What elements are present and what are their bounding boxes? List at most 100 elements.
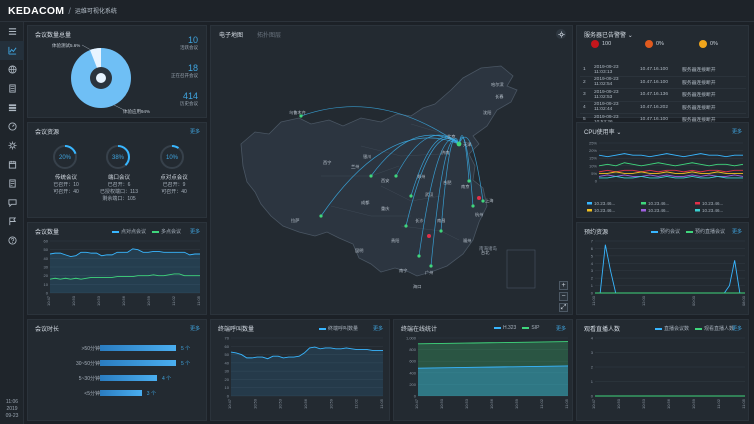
- sidebar-item-message[interactable]: [0, 193, 24, 212]
- hub-dot[interactable]: [456, 141, 462, 147]
- more-link[interactable]: 更多: [190, 325, 200, 332]
- legend-swatch[interactable]: [695, 209, 700, 212]
- site-dot[interactable]: [404, 224, 408, 228]
- cpu-series[interactable]: [598, 174, 744, 177]
- y-tick-label: 10%: [589, 163, 597, 168]
- alarm-row[interactable]: 3 2019-09-23 11:02:53 10.47.16.136 服务器连接断开: [580, 89, 746, 102]
- sidebar-item-server[interactable]: [0, 79, 24, 98]
- alarm-row[interactable]: 1 2019-09-23 11:03:13 10.47.16.100 服务器连接断开: [580, 64, 746, 77]
- ring-info-p2p: 点对点会议 已召开：9 可召开：40: [160, 175, 188, 195]
- panel-terminal-calls: 终端呼叫数量 终端呼叫数量 更多 70 60 50 40 30 20 10 0 10:47 10:…: [210, 319, 390, 421]
- panel-conf-overview: 会议数量总量 体验测试5.6% 体验应用94% 10 活跃会议 18 正在召开会议 …: [27, 25, 207, 118]
- duration-value: 3 个: [146, 391, 156, 397]
- legend-swatch[interactable]: [695, 202, 700, 205]
- y-tick-label: 30: [44, 265, 49, 270]
- alarm-row[interactable]: 2 2019-09-23 11:02:54 10.47.16.100 服务器连接断开: [580, 77, 746, 89]
- x-tick-label: 11:02: [171, 295, 176, 305]
- city-label: 福州: [463, 237, 471, 244]
- legend-swatch[interactable]: [641, 209, 646, 212]
- clock-time: 11:06: [5, 399, 19, 405]
- alarm-count[interactable]: 0%: [699, 40, 718, 48]
- x-tick-label: 10:50: [252, 398, 257, 409]
- chevron-down-icon[interactable]: ⌄: [628, 33, 633, 39]
- zoom-out-button[interactable]: −: [559, 292, 568, 301]
- sidebar-item-dashboard[interactable]: [0, 41, 24, 60]
- sidebar-item-monitor[interactable]: [0, 117, 24, 136]
- y-tick-label: 15%: [589, 156, 597, 161]
- sidebar-item-calendar[interactable]: [0, 155, 24, 174]
- alarm-count[interactable]: 100: [591, 40, 611, 48]
- x-tick-label: 10:50: [71, 295, 76, 306]
- help-icon: [7, 236, 17, 245]
- legend-swatch[interactable]: [587, 209, 592, 212]
- duration-bar[interactable]: [100, 360, 176, 366]
- cpu-series[interactable]: [599, 175, 743, 179]
- y-tick-label: 3: [591, 350, 594, 355]
- zoom-in-button[interactable]: +: [559, 281, 568, 290]
- x-tick-label: 00:00: [691, 295, 696, 306]
- site-dot[interactable]: [439, 229, 443, 233]
- alarm-cell: 10.47.16.202: [640, 104, 669, 110]
- city-label: 贵阳: [391, 237, 399, 244]
- stat-active: 10 活跃会议: [180, 35, 198, 50]
- city-label: 银川: [363, 153, 371, 160]
- site-dot[interactable]: [417, 254, 421, 258]
- alarm-site-dot[interactable]: [477, 196, 481, 200]
- alarm-count[interactable]: 0%: [645, 40, 664, 48]
- y-tick-label: 10: [44, 282, 49, 287]
- cpu-series[interactable]: [598, 153, 743, 158]
- panel-conf-resources: 会议资源 更多 20% 38% 10% 传统会议 已召开：10 可召开：40 端口会议已…: [27, 122, 207, 218]
- city-label: 重庆: [381, 205, 390, 212]
- sidebar-item-document[interactable]: [0, 174, 24, 193]
- fullscreen-button[interactable]: ⤢: [559, 303, 568, 312]
- duration-value: 5 个: [181, 361, 191, 367]
- china-outline[interactable]: [240, 65, 518, 277]
- ring-percent: 38%: [112, 155, 125, 161]
- stat-history: 414 历史会议: [180, 91, 198, 106]
- x-tick-label: 10:53: [641, 398, 646, 409]
- legend-swatch[interactable]: [587, 202, 592, 205]
- sidebar-item-globe[interactable]: [0, 60, 24, 79]
- y-tick-label: 20: [225, 377, 230, 382]
- y-tick-label: 5: [591, 253, 594, 258]
- alarm-count-value: 0%: [656, 41, 664, 47]
- cpu-series[interactable]: [598, 169, 743, 173]
- x-tick-label: 11:05: [379, 398, 384, 408]
- cpu-series[interactable]: [598, 162, 744, 167]
- x-tick-label: 11:00: [591, 295, 596, 305]
- alarm-site-dot[interactable]: [427, 234, 431, 238]
- site-dot[interactable]: [319, 214, 323, 218]
- sidebar-menu-toggle[interactable]: [0, 22, 24, 41]
- duration-bar[interactable]: [100, 345, 176, 351]
- legend-swatch[interactable]: [641, 202, 646, 205]
- legend-label: 10.23.46...: [702, 201, 723, 206]
- duration-bar[interactable]: [100, 375, 157, 381]
- x-tick-label: 11:02: [354, 398, 359, 408]
- sidebar-item-settings[interactable]: [0, 136, 24, 155]
- x-tick-label: 10:56: [666, 398, 671, 409]
- sidebar-item-list[interactable]: [0, 98, 24, 117]
- duration-row[interactable]: >50分钟 5 个: [28, 344, 228, 352]
- city-label: 拉萨: [291, 217, 299, 224]
- site-dot[interactable]: [429, 264, 433, 268]
- y-tick-label: 800: [409, 347, 416, 352]
- duration-row[interactable]: 5~30分钟 4 个: [28, 374, 228, 382]
- duration-row[interactable]: 30~50分钟 5 个: [28, 359, 228, 367]
- duration-row[interactable]: <5分钟 3 个: [28, 389, 228, 397]
- site-dot[interactable]: [471, 204, 475, 208]
- sidebar-item-tasks[interactable]: [0, 212, 24, 231]
- alarm-row[interactable]: 4 2019-09-23 11:02:44 10.47.16.202 服务器连接断开: [580, 102, 746, 114]
- site-dot[interactable]: [467, 179, 471, 183]
- site-dot[interactable]: [409, 194, 413, 198]
- brand-logo: KEDACOM: [8, 4, 65, 17]
- x-tick-label: 10:59: [146, 295, 151, 306]
- site-dot[interactable]: [394, 174, 398, 178]
- alarm-cell: 服务器连接断开: [682, 93, 716, 99]
- sidebar-item-help[interactable]: [0, 231, 24, 250]
- alarm-cell: 1: [583, 67, 586, 73]
- china-map[interactable]: 南海诸岛北京天津哈尔滨长春沈阳乌鲁木齐西宁兰州银川西安济南郑州合肥南京上海武汉杭…: [211, 26, 574, 316]
- y-tick-label: 50: [44, 247, 49, 252]
- clock-date: 09-23: [5, 413, 19, 419]
- site-dot[interactable]: [369, 174, 373, 178]
- duration-bar[interactable]: [100, 390, 142, 396]
